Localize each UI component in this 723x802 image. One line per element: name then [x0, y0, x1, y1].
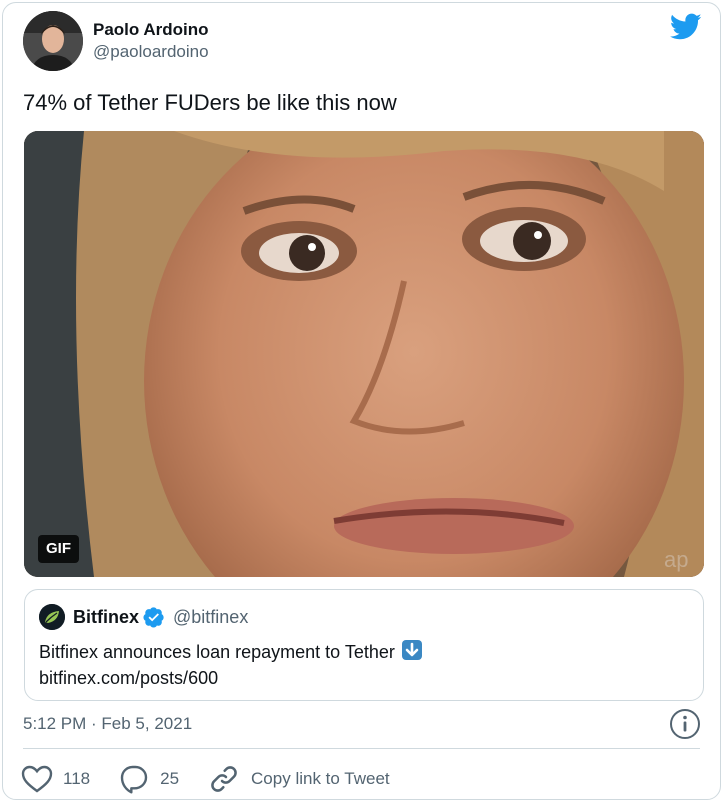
- quoted-author-name: Bitfinex: [73, 606, 140, 627]
- author-name[interactable]: Paolo Ardoino: [93, 19, 209, 41]
- link-chain-icon: [211, 766, 237, 792]
- bitfinex-logo-icon: [39, 604, 65, 630]
- heart-icon: [21, 765, 53, 793]
- author-avatar[interactable]: [23, 11, 83, 71]
- tweet-header: Paolo Ardoino @paoloardoino: [23, 11, 702, 75]
- tweet-card: Paolo Ardoino @paoloardoino 74% of Tethe…: [2, 2, 721, 800]
- down-arrow-emoji-icon: [401, 640, 422, 660]
- tweet-actions: 118 25 Copy link to Tweet: [21, 761, 418, 797]
- author-handle[interactable]: @paoloardoino: [93, 41, 209, 63]
- quoted-tweet-text-line: Bitfinex announces loan repayment to Tet…: [39, 640, 422, 664]
- author-info: Paolo Ardoino @paoloardoino: [93, 19, 209, 63]
- quoted-author-handle: @bitfinex: [173, 606, 249, 627]
- svg-text:ap: ap: [664, 547, 688, 572]
- reply-count: 25: [160, 769, 180, 788]
- info-icon[interactable]: [668, 707, 702, 741]
- action-divider: [23, 748, 700, 749]
- quoted-tweet[interactable]: Bitfinex @bitfinex Bitfinex announces lo…: [24, 589, 704, 701]
- tweet-text: 74% of Tether FUDers be like this now: [23, 90, 397, 115]
- verified-badge-icon: [143, 607, 164, 628]
- tweet-gif-media[interactable]: ap GIF: [24, 131, 704, 577]
- speech-bubble-icon: [120, 765, 148, 794]
- quoted-tweet-header: Bitfinex @bitfinex: [39, 604, 248, 630]
- quoted-tweet-link[interactable]: bitfinex.com/posts/600: [39, 666, 218, 690]
- quoted-tweet-text: Bitfinex announces loan repayment to Tet…: [39, 642, 395, 662]
- copy-link-button[interactable]: Copy link to Tweet: [207, 763, 390, 795]
- tweet-timestamp[interactable]: 5:12 PM · Feb 5, 2021: [23, 713, 192, 735]
- gif-badge: GIF: [38, 535, 79, 563]
- like-count: 118: [63, 769, 91, 788]
- reply-button[interactable]: 25: [118, 764, 179, 794]
- copy-link-label: Copy link to Tweet: [251, 769, 390, 788]
- gif-frame-image: ap: [24, 131, 704, 577]
- like-button[interactable]: 118: [21, 764, 90, 794]
- twitter-bird-icon[interactable]: [670, 13, 702, 41]
